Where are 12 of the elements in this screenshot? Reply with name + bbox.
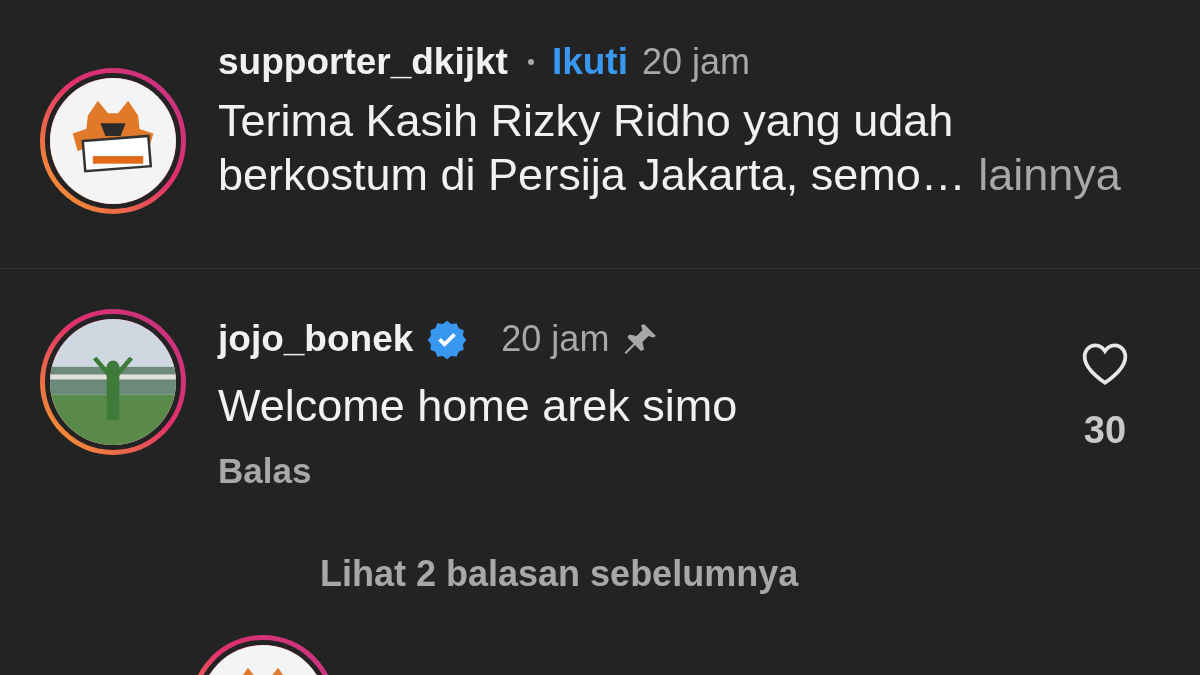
reply-button[interactable]: Balas <box>218 451 312 491</box>
separator-dot <box>527 59 534 65</box>
username[interactable]: supporter_dkijkt <box>218 41 508 83</box>
timestamp: 20 jam <box>501 318 610 360</box>
comment-text: Welcome home arek simo <box>218 379 739 433</box>
comment-text: Terima Kasih Rizky Ridho yang udah berkostum di Persija Jakarta, semo… lainnya <box>218 94 1122 202</box>
timestamp: 20 jam <box>641 41 751 83</box>
username[interactable]: jojo_bonek <box>218 318 414 360</box>
like-count: 30 <box>1083 409 1127 452</box>
follow-link[interactable]: Ikuti <box>551 41 628 83</box>
view-replies-link[interactable]: Lihat 2 balasan sebelumnya <box>320 553 799 595</box>
more-link[interactable]: lainnya <box>978 149 1121 200</box>
